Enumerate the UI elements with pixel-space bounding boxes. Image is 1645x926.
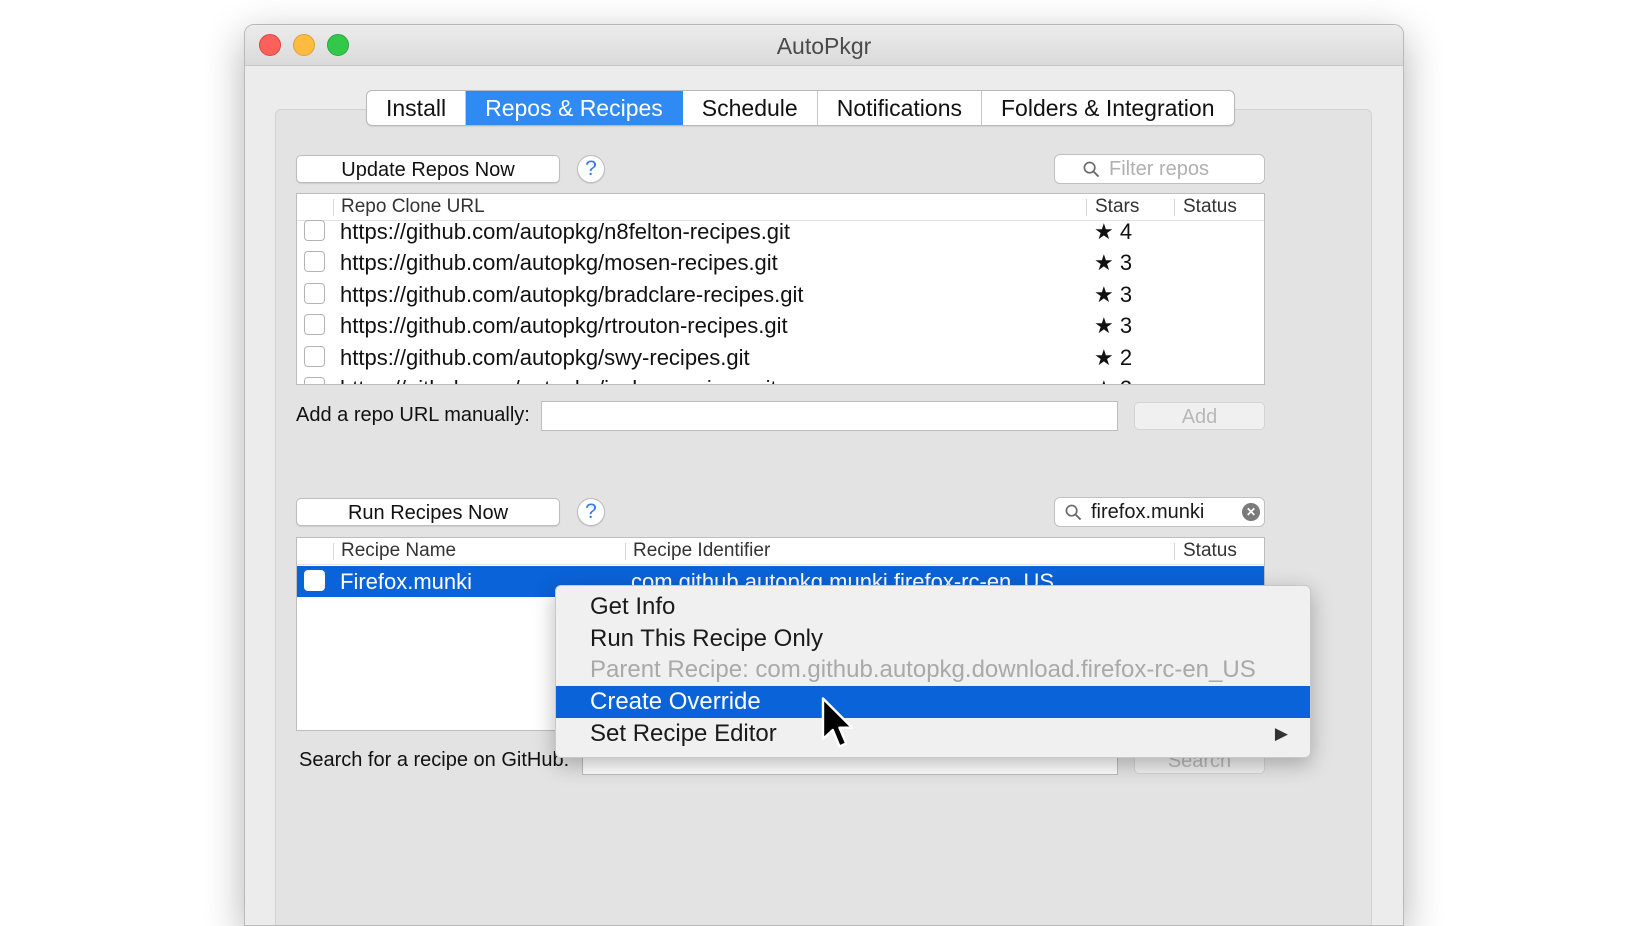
menu-item-get-info[interactable]: Get Info [556, 591, 1310, 623]
add-repo-url-field[interactable] [541, 401, 1118, 431]
recipe-context-menu: Get Info Run This Recipe Only Parent Rec… [555, 585, 1311, 758]
repo-enable-checkbox[interactable] [304, 346, 325, 367]
menu-item-parent-recipe: Parent Recipe: com.github.autopkg.downlo… [590, 656, 1256, 683]
column-separator [1174, 199, 1175, 216]
column-separator [625, 543, 626, 560]
table-row[interactable]: https://github.com/autopkg/swy-recipes.g… [297, 342, 1264, 373]
tab-install[interactable]: Install [367, 91, 467, 125]
tab-schedule[interactable]: Schedule [683, 91, 818, 125]
add-repo-label: Add a repo URL manually: [296, 404, 530, 426]
repo-stars: ★ 2 [1094, 345, 1133, 370]
tab-bar: Install Repos & Recipes Schedule Notific… [366, 90, 1235, 126]
repo-url: https://github.com/autopkg/bradclare-rec… [340, 282, 804, 307]
recipe-filter-value: firefox.munki [1091, 501, 1205, 523]
repos-table[interactable]: Repo Clone URL Stars Status https://gith… [296, 193, 1265, 385]
repo-stars: ★ 3 [1094, 250, 1133, 275]
menu-item-run-this-recipe-only[interactable]: Run This Recipe Only [556, 623, 1310, 655]
github-search-label: Search for a recipe on GitHub: [299, 749, 570, 771]
menu-item-set-recipe-editor[interactable]: Set Recipe Editor ▶ [556, 718, 1310, 750]
filter-repos-placeholder: Filter repos [1109, 158, 1210, 180]
column-separator [1086, 199, 1087, 216]
table-row[interactable]: https://github.com/autopkg/joshua-recipe… [297, 373, 1264, 384]
repo-url: https://github.com/autopkg/mosen-recipes… [340, 250, 778, 275]
repo-enable-checkbox[interactable] [304, 314, 325, 335]
column-separator [333, 543, 334, 560]
run-recipes-button[interactable]: Run Recipes Now [296, 498, 560, 526]
repo-enable-checkbox[interactable] [304, 251, 325, 272]
recipe-enable-checkbox[interactable] [304, 570, 325, 591]
repo-enable-checkbox[interactable] [304, 377, 325, 384]
table-row[interactable]: https://github.com/autopkg/n8felton-reci… [297, 216, 1264, 247]
menu-item-label: Set Recipe Editor [590, 720, 777, 747]
recipe-name: Firefox.munki [340, 569, 473, 594]
repo-stars: ★ 2 [1094, 373, 1132, 384]
search-icon [1065, 504, 1082, 521]
tab-folders-integration[interactable]: Folders & Integration [982, 91, 1234, 125]
repo-enable-checkbox[interactable] [304, 283, 325, 304]
table-row[interactable]: https://github.com/autopkg/bradclare-rec… [297, 279, 1264, 310]
tab-notifications[interactable]: Notifications [818, 91, 982, 125]
repo-url: https://github.com/autopkg/rtrouton-reci… [340, 313, 788, 338]
window-title: AutoPkgr [776, 33, 872, 59]
repo-stars: ★ 3 [1094, 313, 1133, 338]
add-repo-button[interactable]: Add [1134, 402, 1265, 430]
menu-item-create-override[interactable]: Create Override [556, 686, 1310, 718]
table-row[interactable]: https://github.com/autopkg/mosen-recipes… [297, 247, 1264, 278]
submenu-arrow-icon: ▶ [1274, 724, 1288, 743]
mouse-pointer-icon [821, 697, 854, 748]
clear-search-icon[interactable]: ✕ [1242, 503, 1260, 521]
column-separator [1174, 543, 1175, 560]
recipe-filter-field[interactable]: firefox.munki ✕ [1054, 497, 1265, 527]
recipes-table-header: Recipe Name Recipe Identifier Status [297, 538, 1264, 565]
column-header-status[interactable]: Status [1183, 538, 1237, 564]
repo-url: https://github.com/autopkg/swy-recipes.g… [340, 345, 750, 370]
column-header-recipe-identifier[interactable]: Recipe Identifier [633, 538, 770, 564]
repo-stars: ★ 3 [1094, 282, 1133, 307]
update-repos-button[interactable]: Update Repos Now [296, 155, 560, 183]
table-row[interactable]: https://github.com/autopkg/rtrouton-reci… [297, 310, 1264, 341]
recipes-help-button[interactable]: ? [577, 498, 605, 526]
filter-repos-field[interactable]: Filter repos [1054, 154, 1265, 184]
repo-url: https://github.com/autopkg/n8felton-reci… [340, 219, 791, 244]
repo-url: https://github.com/autopkg/joshua-recipe… [340, 373, 777, 384]
repos-help-button[interactable]: ? [577, 155, 605, 183]
tab-repos-recipes[interactable]: Repos & Recipes [466, 91, 683, 125]
title-bar[interactable]: AutoPkgr [245, 25, 1403, 66]
search-icon [1083, 161, 1100, 178]
column-separator [333, 199, 334, 216]
column-header-recipe-name[interactable]: Recipe Name [341, 538, 456, 564]
repo-enable-checkbox[interactable] [304, 220, 325, 241]
repo-stars: ★ 4 [1094, 219, 1133, 244]
